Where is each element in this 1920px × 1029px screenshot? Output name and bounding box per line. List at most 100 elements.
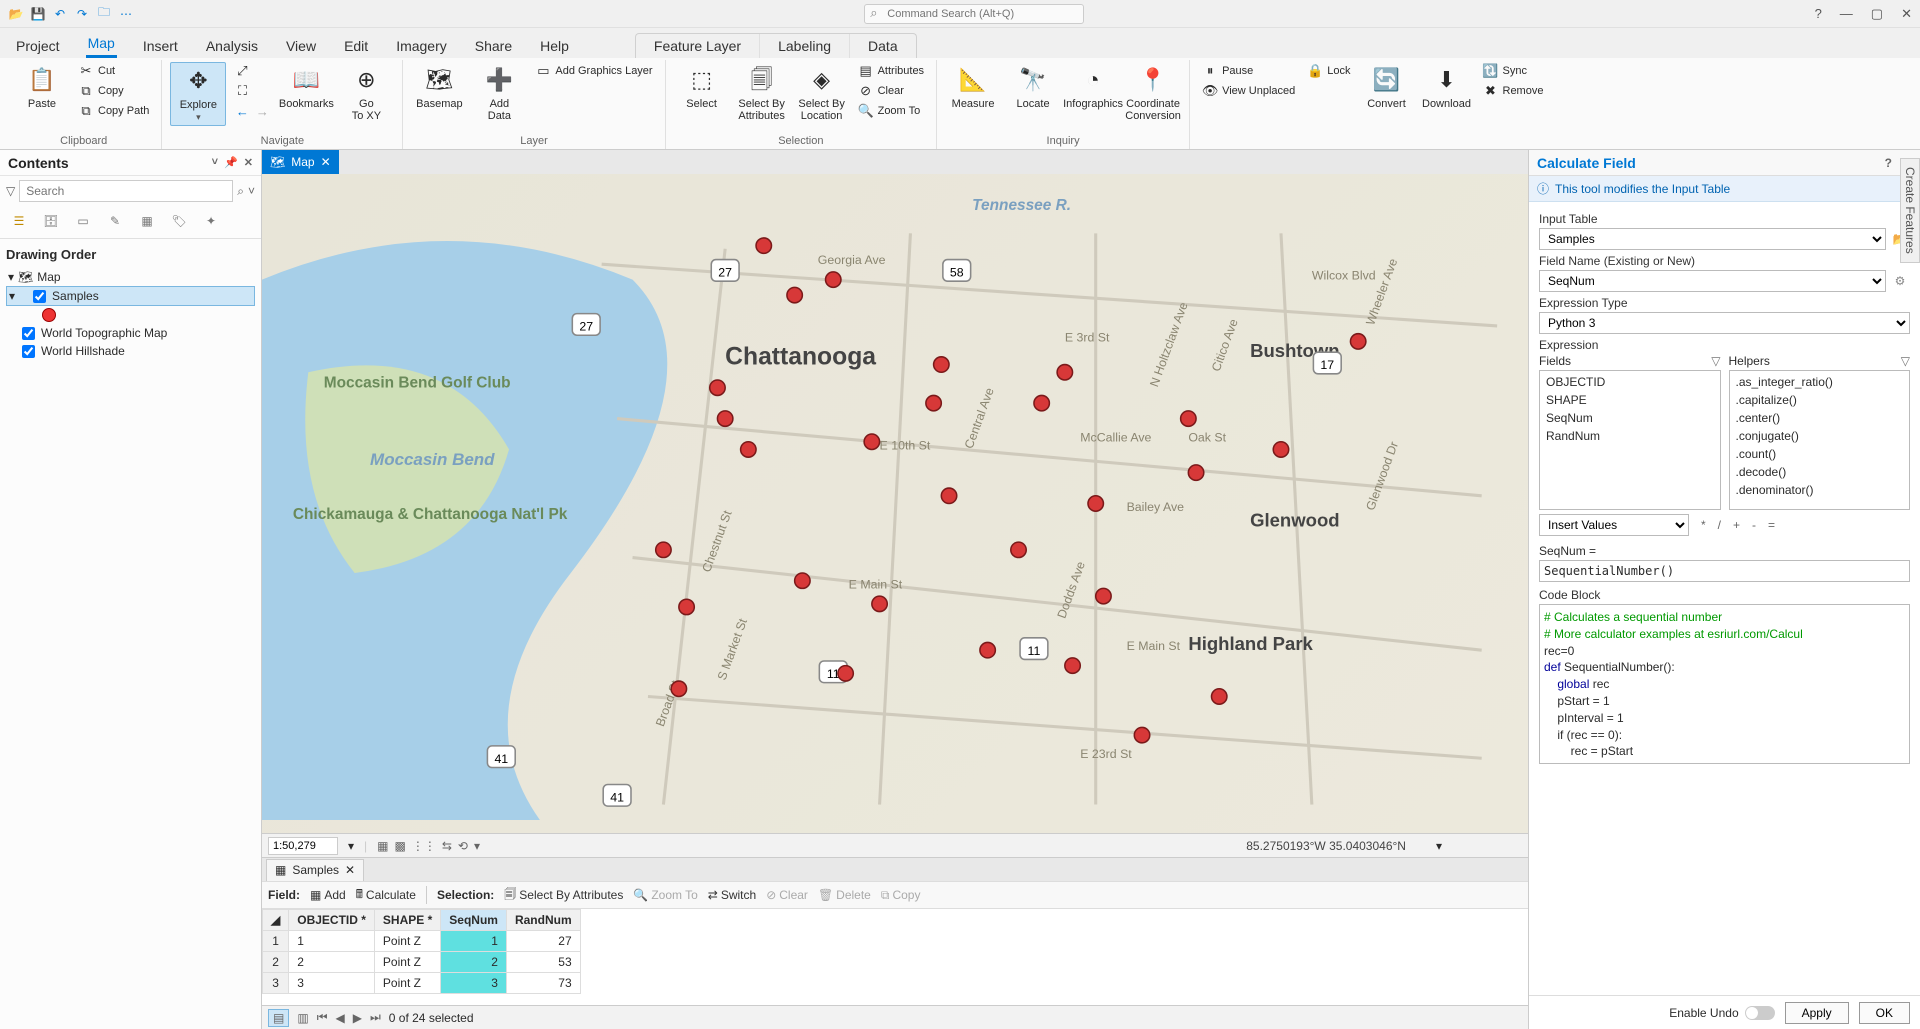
field-name-select[interactable]: SeqNum xyxy=(1539,270,1886,292)
qat-more-icon[interactable]: ⋯ xyxy=(118,6,134,22)
op-divide[interactable]: / xyxy=(1718,518,1721,532)
contents-search-input[interactable] xyxy=(19,180,233,202)
list-item[interactable]: .center() xyxy=(1732,409,1908,427)
cell[interactable]: Point Z xyxy=(374,973,440,994)
layer-visible-checkbox[interactable] xyxy=(22,327,35,340)
project-icon[interactable]: 🗀 xyxy=(96,6,112,22)
list-item[interactable]: .capitalize() xyxy=(1732,391,1908,409)
ok-button[interactable]: OK xyxy=(1859,1002,1910,1024)
expression-body[interactable]: SequentialNumber() xyxy=(1539,560,1910,582)
undo-icon[interactable]: ↶ xyxy=(52,6,68,22)
remove-button[interactable]: ✖Remove xyxy=(1479,82,1548,100)
next-record-icon[interactable]: ▶ xyxy=(353,1011,362,1025)
close-icon[interactable]: ✕ xyxy=(244,156,253,169)
zoom-to-selection-button[interactable]: 🔍Zoom To xyxy=(854,102,928,120)
expr-type-select[interactable]: Python 3 xyxy=(1539,312,1910,334)
calculate-button[interactable]: 🖩Calculate xyxy=(356,885,416,906)
list-item[interactable]: .as_integer_ratio() xyxy=(1732,373,1908,391)
last-record-icon[interactable]: ⏭ xyxy=(370,1010,381,1025)
list-item[interactable]: .decode() xyxy=(1732,463,1908,481)
cell[interactable]: 73 xyxy=(506,973,580,994)
minimize-icon[interactable]: — xyxy=(1840,6,1853,22)
nav-full-extent[interactable]: ⤢ xyxy=(230,62,274,80)
table-row[interactable]: 33Point Z373 xyxy=(263,973,581,994)
col-shape[interactable]: SHAPE * xyxy=(374,910,440,931)
row-header[interactable]: 1 xyxy=(263,931,289,952)
infographics-button[interactable]: ◔Infographics xyxy=(1065,62,1121,112)
convert-button[interactable]: 🔄Convert xyxy=(1359,62,1415,112)
tab-project[interactable]: Project xyxy=(14,34,62,58)
cell[interactable]: 1 xyxy=(289,931,375,952)
cut-button[interactable]: ✂Cut xyxy=(74,62,153,80)
tab-labeling[interactable]: Labeling xyxy=(760,34,850,58)
attribute-grid[interactable]: ◢ OBJECTID * SHAPE * SeqNum RandNum 11Po… xyxy=(262,909,1528,1005)
maximize-icon[interactable]: ▢ xyxy=(1871,6,1883,22)
search-icon[interactable]: ⌕ xyxy=(237,184,244,199)
select-button[interactable]: ⬚Select xyxy=(674,62,730,112)
filter-icon[interactable]: ▽ xyxy=(1711,354,1720,368)
tab-map[interactable]: Map xyxy=(86,31,117,58)
bookmarks-button[interactable]: 📖Bookmarks xyxy=(278,62,334,112)
table-row[interactable]: 22Point Z253 xyxy=(263,952,581,973)
table-copy-button[interactable]: ⧉Copy xyxy=(881,888,921,903)
list-item[interactable]: .denominator() xyxy=(1732,481,1908,499)
select-by-attr-button[interactable]: 🗐Select By Attributes xyxy=(734,62,790,124)
row-header[interactable]: 2 xyxy=(263,952,289,973)
constraint-icon[interactable]: ▩ xyxy=(395,839,406,853)
filter-icon[interactable]: ▽ xyxy=(1901,354,1910,368)
attributes-button[interactable]: ▤Attributes xyxy=(854,62,928,80)
code-block[interactable]: # Calculates a sequential number# More c… xyxy=(1539,604,1910,764)
add-data-button[interactable]: ➕Add Data xyxy=(471,62,527,124)
chevron-down-icon[interactable]: ˅ xyxy=(212,156,218,169)
list-item[interactable]: SeqNum xyxy=(1542,409,1718,427)
switch-selection-button[interactable]: ⇄Switch xyxy=(708,888,756,902)
tab-imagery[interactable]: Imagery xyxy=(394,34,449,58)
tab-data[interactable]: Data xyxy=(850,34,916,58)
add-field-button[interactable]: ▦Add xyxy=(310,888,346,902)
table-tab-samples[interactable]: ▦Samples✕ xyxy=(266,859,364,881)
show-all-icon[interactable]: ▤ xyxy=(268,1009,289,1027)
show-selected-icon[interactable]: ▥ xyxy=(297,1011,308,1025)
cell[interactable]: 3 xyxy=(289,973,375,994)
tab-help[interactable]: Help xyxy=(538,34,571,58)
chevron-down-icon[interactable]: ▾ xyxy=(1436,839,1442,853)
snap-icon[interactable]: ⋮⋮ xyxy=(412,839,436,853)
layer-visible-checkbox[interactable] xyxy=(22,345,35,358)
apply-button[interactable]: Apply xyxy=(1785,1002,1849,1024)
basemap-button[interactable]: 🗺Basemap xyxy=(411,62,467,112)
tab-insert[interactable]: Insert xyxy=(141,34,180,58)
paste-button[interactable]: 📋Paste xyxy=(14,62,70,112)
dynamic-icon[interactable]: ⟲ xyxy=(458,839,468,853)
cell[interactable]: 2 xyxy=(289,952,375,973)
list-by-source-icon[interactable]: 🗄 xyxy=(40,210,62,232)
clear-selection-button[interactable]: ⊘Clear xyxy=(854,82,928,100)
cell[interactable]: 53 xyxy=(506,952,580,973)
cell[interactable]: 2 xyxy=(441,952,507,973)
open-icon[interactable]: 📂 xyxy=(8,6,24,22)
fields-listbox[interactable]: OBJECTID SHAPE SeqNum RandNum xyxy=(1539,370,1721,510)
sync-button[interactable]: 🔃Sync xyxy=(1479,62,1548,80)
locate-button[interactable]: 🔭Locate xyxy=(1005,62,1061,112)
close-icon[interactable]: ✕ xyxy=(321,155,331,169)
op-multiply[interactable]: * xyxy=(1701,518,1706,532)
row-header[interactable]: 3 xyxy=(263,973,289,994)
copy-button[interactable]: ⧉Copy xyxy=(74,82,153,100)
op-equals[interactable]: = xyxy=(1768,518,1775,532)
helpers-listbox[interactable]: .as_integer_ratio() .capitalize() .cente… xyxy=(1729,370,1911,510)
select-by-loc-button[interactable]: ◈Select By Location xyxy=(794,62,850,124)
list-item[interactable]: OBJECTID xyxy=(1542,373,1718,391)
list-by-perception-icon[interactable]: ✦ xyxy=(200,210,222,232)
pin-icon[interactable]: 📌 xyxy=(224,156,238,169)
command-search-input[interactable] xyxy=(864,4,1084,24)
tab-edit[interactable]: Edit xyxy=(342,34,370,58)
toc-layer-topo[interactable]: World Topographic Map xyxy=(6,324,255,342)
input-table-select[interactable]: Samples xyxy=(1539,228,1886,250)
grid-icon[interactable]: ▦ xyxy=(377,839,388,853)
list-by-selection-icon[interactable]: ▭ xyxy=(72,210,94,232)
tab-view[interactable]: View xyxy=(284,34,318,58)
table-delete-button[interactable]: 🗑Delete xyxy=(818,888,871,902)
table-zoom-to[interactable]: 🔍Zoom To xyxy=(633,888,697,902)
list-item[interactable]: .count() xyxy=(1732,445,1908,463)
select-all-corner[interactable]: ◢ xyxy=(263,910,289,931)
list-item[interactable]: RandNum xyxy=(1542,427,1718,445)
